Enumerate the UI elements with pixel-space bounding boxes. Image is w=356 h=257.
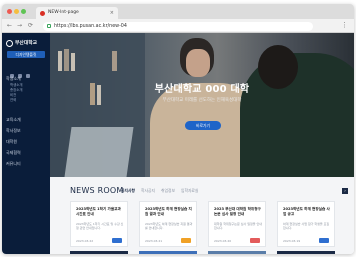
maximize-window-icon[interactable]: [21, 9, 26, 14]
news-room-title: NEWS ROOM: [70, 186, 124, 195]
hero-banner: 부산대학교 000 대학 부산대학교 미래를 선도하는 인재육성대학 바로가기: [50, 33, 354, 177]
hero-subtitle: 부산대학교 미래를 선도하는 인재육성대학: [162, 98, 242, 103]
news-card-badge: [181, 238, 191, 243]
forward-icon[interactable]: →: [17, 22, 22, 30]
sidebar-item-intro[interactable]: 학생소개: [6, 76, 21, 81]
lock-icon: [47, 24, 51, 28]
browser-tab[interactable]: NEW-lnt-page ×: [36, 7, 118, 19]
footer-strip: [139, 251, 197, 254]
sidebar: 부산대학교 디자인템플릿 학생소개 학생소개 총장소개 비전 연혁 교육소개 학…: [2, 33, 50, 254]
news-card-desc: 2023학년도 1학기 시간표 및 수강 신청 관련 안내입니다.: [76, 222, 124, 230]
template-button[interactable]: 디자인템플릿: [7, 51, 45, 58]
footer-strip: [70, 251, 128, 254]
sidebar-item-graduate[interactable]: 대학원: [6, 139, 17, 144]
news-card[interactable]: 2023 부산대 대학원 학위청구논문 심사 일정 안내 대학원 학위청구논문 …: [208, 201, 266, 247]
back-icon[interactable]: ←: [7, 22, 12, 30]
news-card[interactable]: 2023학년도 하계 현장실습 지원 결과 안내 2023학년도 하계 현장실습…: [139, 201, 197, 247]
close-window-icon[interactable]: [7, 9, 12, 14]
tab-admission[interactable]: 입학자료실: [181, 188, 198, 193]
news-card-date: 2023.03.19: [283, 239, 301, 243]
news-card-date: 2023.03.22: [76, 239, 94, 243]
tab-title: NEW-lnt-page: [48, 10, 79, 15]
sidebar-item-academic[interactable]: 학사정보: [6, 128, 21, 133]
news-card[interactable]: 2023학년도 하계 현장실습 사업 공고 하계 현장실습 사업 참가 학생을 …: [277, 201, 335, 247]
tab-academic[interactable]: 학사공지: [141, 188, 155, 193]
news-card-badge: [319, 238, 329, 243]
news-card-desc: 대학원 학위청구논문 심사 일정을 안내합니다.: [214, 222, 262, 230]
next-arrow-button[interactable]: ›: [342, 188, 348, 194]
news-room-section: NEWS ROOM 공지사항 학사공지 취업정보 입학자료실 › 2023학년도 1학…: [50, 177, 354, 254]
close-tab-icon[interactable]: ×: [110, 7, 114, 19]
sidebar-item-community[interactable]: 커뮤니티: [6, 161, 21, 166]
browser-window: NEW-lnt-page × ← → ⟳ https://lbs.pusan.a…: [2, 4, 354, 254]
title-bar: NEW-lnt-page ×: [2, 4, 354, 19]
hero-cta-button[interactable]: 바로가기: [185, 121, 221, 130]
sidebar-item-education[interactable]: 교육소개: [6, 117, 21, 122]
url-text: https://lbs.pusan.ac.kr/new-04: [54, 23, 127, 29]
university-seal-icon: [6, 40, 13, 47]
news-card-date: 2023.03.21: [145, 239, 163, 243]
news-card-desc: 2023학년도 하계 현장실습 지원 결과를 안내합니다.: [145, 222, 193, 230]
logo-text: 부산대학교: [15, 41, 38, 46]
url-field[interactable]: https://lbs.pusan.ac.kr/new-04: [43, 21, 313, 31]
minimize-window-icon[interactable]: [14, 9, 19, 14]
favicon-icon: [40, 10, 45, 16]
tab-notice[interactable]: 공지사항: [121, 188, 135, 193]
news-card-title: 2023학년도 1학기 가을교과 시간표 안내: [76, 207, 121, 216]
news-card-badge: [250, 238, 260, 243]
news-card-badge: [112, 238, 122, 243]
sidebar-item-international[interactable]: 국제협력: [6, 150, 21, 155]
news-card-title: 2023 부산대 대학원 학위청구논문 심사 일정 안내: [214, 207, 261, 216]
news-tabs: 공지사항 학사공지 취업정보 입학자료실: [121, 188, 204, 194]
reload-icon[interactable]: ⟳: [28, 22, 33, 30]
sidebar-icon-row: [10, 63, 42, 78]
news-card-title: 2023학년도 하계 현장실습 지원 결과 안내: [145, 207, 192, 216]
laptop-image: [64, 127, 134, 177]
browser-menu-icon[interactable]: ⋮: [341, 21, 348, 30]
sidebar-subitem[interactable]: 연혁: [10, 98, 16, 103]
footer-strip: [208, 251, 266, 254]
news-card-title: 2023학년도 하계 현장실습 사업 공고: [283, 207, 330, 216]
address-toolbar: ← → ⟳ https://lbs.pusan.ac.kr/new-04 ⋮: [2, 19, 354, 33]
news-card-date: 2023.03.20: [214, 239, 232, 243]
sitemap-icon[interactable]: [26, 74, 30, 78]
university-logo[interactable]: 부산대학교: [6, 39, 46, 48]
footer-strip: [277, 251, 335, 254]
hero-title: 부산대학교 000 대학: [154, 84, 250, 95]
news-card-desc: 하계 현장실습 사업 참가 학생을 모집합니다.: [283, 222, 330, 230]
news-card[interactable]: 2023학년도 1학기 가을교과 시간표 안내 2023학년도 1학기 시간표 …: [70, 201, 128, 247]
tab-career[interactable]: 취업정보: [161, 188, 175, 193]
